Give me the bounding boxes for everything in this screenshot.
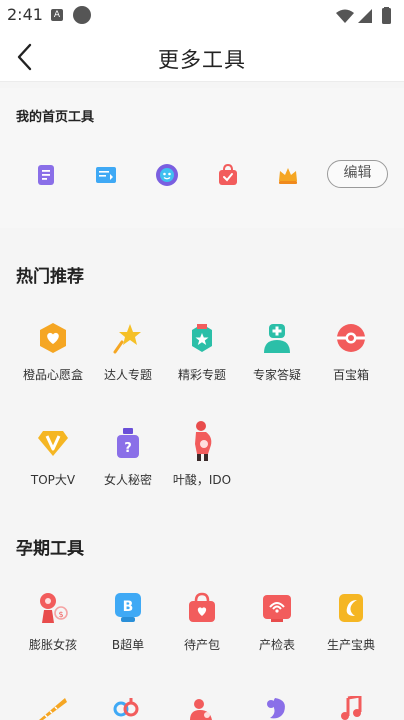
page-title: 更多工具 <box>158 48 246 72</box>
pregnancy-section-title: 孕期工具 <box>16 539 84 559</box>
fetus-icon[interactable] <box>260 696 290 720</box>
heart-box-icon <box>40 323 66 353</box>
tool-label: 膨胀女孩 <box>28 638 77 652</box>
tool-label: 精彩专题 <box>177 368 226 382</box>
edit-button[interactable]: 编辑 <box>327 160 388 188</box>
status-icons <box>336 7 391 24</box>
svg-text:B: B <box>123 599 134 615</box>
perfume-bottle-icon: ? <box>117 428 139 458</box>
tool-item-maternity-bag[interactable]: 待产包 <box>162 592 242 688</box>
tool-item-balloon-girl[interactable]: $ 膨胀女孩 <box>13 592 93 688</box>
ruler-icon[interactable] <box>37 698 67 720</box>
tool-item-checkup-table[interactable]: 产检表 <box>237 592 317 688</box>
tool-label: 女人秘密 <box>103 473 152 487</box>
balloon-girl-icon: $ <box>40 593 68 623</box>
tool-label: 专家答疑 <box>252 368 301 382</box>
battery-icon <box>382 7 391 24</box>
header-bar: 更多工具 <box>0 32 404 82</box>
status-circle-icon <box>73 6 91 24</box>
tool-item-great-topics[interactable]: 精彩专题 <box>162 322 242 418</box>
tool-item-expert-qa[interactable]: 专家答疑 <box>237 322 317 418</box>
diamond-v-icon <box>38 431 68 456</box>
shopping-bag-icon[interactable] <box>216 163 240 187</box>
music-note-icon[interactable] <box>336 696 366 720</box>
tool-item-birth-guide[interactable]: 生产宝典 <box>311 592 391 688</box>
svg-text:$: $ <box>58 610 63 619</box>
checkup-list-icon <box>263 595 291 622</box>
hot-section-title: 热门推荐 <box>16 267 84 287</box>
baby-book-icon <box>339 594 363 622</box>
pregnant-woman-icon <box>195 421 212 461</box>
home-tools-section: 我的首页工具 <box>0 88 404 228</box>
notification-badge: A <box>51 9 63 21</box>
tool-label: 达人专题 <box>103 368 152 382</box>
tool-item-top-v[interactable]: TOP大V <box>13 427 93 523</box>
tool-item-treasure-box[interactable]: 百宝箱 <box>311 322 391 418</box>
doctor-icon <box>264 324 290 353</box>
signal-icon <box>358 9 372 23</box>
face-badge-icon[interactable] <box>155 163 179 187</box>
tool-item-orange-box[interactable]: 橙品心愿盒 <box>13 322 93 418</box>
status-bar: 2:41 A <box>0 0 404 32</box>
tool-label: 橙品心愿盒 <box>22 368 83 382</box>
tool-label: 叶酸，IDO <box>172 473 232 487</box>
tool-label: 待产包 <box>183 638 220 652</box>
tool-item-folic-acid[interactable]: 叶酸，IDO <box>162 420 242 516</box>
svg-text:?: ? <box>124 441 132 456</box>
mother-baby-icon[interactable] <box>186 698 216 720</box>
maternity-bag-icon <box>189 592 215 622</box>
gender-icon[interactable] <box>111 698 141 720</box>
tool-label: TOP大V <box>30 473 76 487</box>
tool-label: 生产宝典 <box>326 638 375 652</box>
card-icon[interactable] <box>94 163 118 187</box>
wifi-icon <box>336 9 354 23</box>
status-time: 2:41 <box>7 5 43 24</box>
tool-item-ultrasound[interactable]: B B超单 <box>88 592 168 688</box>
ultrasound-icon: B <box>115 593 141 622</box>
crown-icon[interactable] <box>276 163 300 187</box>
home-tools-title: 我的首页工具 <box>16 110 95 125</box>
document-icon[interactable] <box>34 163 58 187</box>
star-badge-icon <box>192 324 212 352</box>
treasure-ball-icon <box>337 324 365 352</box>
tool-label: B超单 <box>111 638 145 652</box>
tool-item-women-secret[interactable]: ? 女人秘密 <box>88 427 168 523</box>
tool-label: 百宝箱 <box>332 368 369 382</box>
tool-label: 产检表 <box>258 638 295 652</box>
tool-item-expert-topics[interactable]: 达人专题 <box>88 322 168 418</box>
star-wand-icon <box>113 324 141 354</box>
